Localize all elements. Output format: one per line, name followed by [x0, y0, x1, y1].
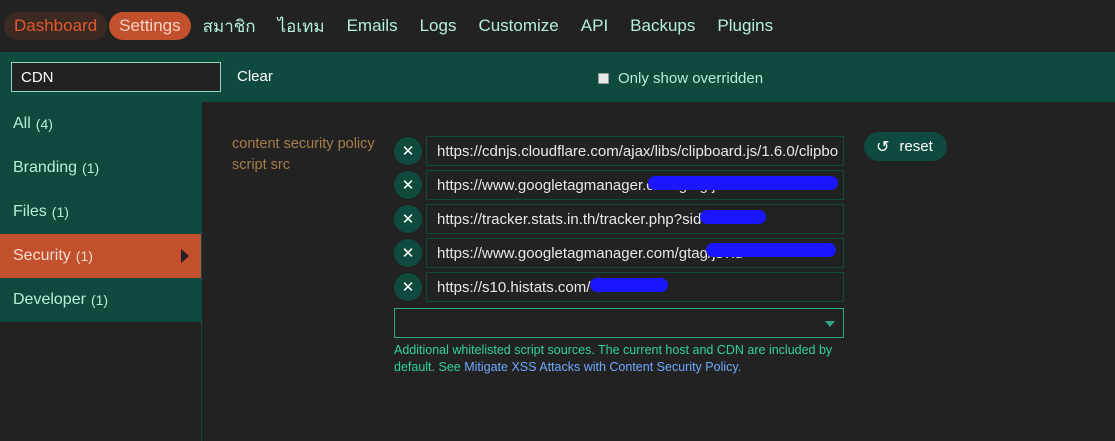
nav-logs[interactable]: Logs [410, 12, 467, 40]
undo-icon: ↺ [876, 138, 890, 156]
nav-plugins[interactable]: Plugins [707, 12, 783, 40]
value-input[interactable]: https://tracker.stats.in.th/tracker.php?… [426, 204, 844, 234]
remove-value-button[interactable]: ✕ [394, 137, 422, 165]
nav-members[interactable]: สมาชิก [193, 9, 266, 44]
redaction-mark [648, 176, 838, 190]
sidebar-item-security[interactable]: Security (1) [0, 234, 201, 278]
filter-input[interactable] [11, 62, 221, 92]
reset-label: reset [899, 138, 933, 155]
sidebar-item-label: All [13, 115, 31, 132]
redaction-mark [700, 210, 766, 224]
sidebar-item-count: (4) [35, 116, 53, 132]
nav-dashboard[interactable]: Dashboard [4, 12, 108, 40]
sidebar-item-count: (1) [51, 204, 69, 220]
sidebar-item-developer[interactable]: Developer (1) [0, 278, 201, 322]
sidebar-item-branding[interactable]: Branding (1) [0, 146, 201, 190]
sidebar-divider [201, 102, 202, 441]
redaction-mark [590, 278, 668, 292]
sidebar-item-label: Developer [13, 291, 86, 308]
sidebar-item-label: Branding [13, 159, 78, 176]
only-overridden-checkbox[interactable] [598, 73, 609, 84]
sidebar-item-label: Files [13, 203, 47, 220]
value-input[interactable]: https://cdnjs.cloudflare.com/ajax/libs/c… [426, 136, 844, 166]
description-link[interactable]: Mitigate XSS Attacks with Content Securi… [464, 360, 738, 374]
setting-label-line2: script src [232, 157, 290, 173]
sidebar-item-all[interactable]: All (4) [0, 102, 201, 146]
redaction-mark [706, 243, 836, 257]
top-nav: Dashboard Settings สมาชิก ไอเทม Emails L… [0, 0, 1115, 52]
x-icon: ✕ [401, 143, 415, 160]
caret-right-icon [181, 249, 189, 263]
list-item: ✕ https://cdnjs.cloudflare.com/ajax/libs… [394, 134, 844, 168]
sidebar-item-label: Security [13, 247, 71, 264]
settings-sidebar: All (4) Branding (1) Files (1) Security … [0, 102, 201, 322]
remove-value-button[interactable]: ✕ [394, 273, 422, 301]
reset-button[interactable]: ↺ reset [864, 132, 947, 161]
filter-bar: Clear Only show overridden [0, 52, 1115, 102]
setting-description: Additional whitelisted script sources. T… [394, 342, 844, 376]
only-overridden-toggle[interactable]: Only show overridden [598, 70, 763, 87]
remove-value-button[interactable]: ✕ [394, 239, 422, 267]
nav-settings[interactable]: Settings [109, 12, 191, 40]
x-icon: ✕ [401, 279, 415, 296]
chevron-down-icon [825, 321, 835, 327]
sidebar-item-count: (1) [90, 292, 109, 308]
x-icon: ✕ [401, 177, 415, 194]
x-icon: ✕ [401, 211, 415, 228]
remove-value-button[interactable]: ✕ [394, 205, 422, 233]
list-item: ✕ https://tracker.stats.in.th/tracker.ph… [394, 202, 844, 236]
x-icon: ✕ [401, 245, 415, 262]
description-end: . [737, 360, 742, 374]
nav-emails[interactable]: Emails [337, 12, 408, 40]
nav-backups[interactable]: Backups [620, 12, 705, 40]
remove-value-button[interactable]: ✕ [394, 171, 422, 199]
setting-label: content security policy script src [232, 134, 375, 176]
sidebar-item-count: (1) [82, 160, 100, 176]
nav-customize[interactable]: Customize [468, 12, 568, 40]
nav-items[interactable]: ไอเทม [268, 9, 335, 44]
add-value-select[interactable] [394, 308, 844, 338]
sidebar-item-count: (1) [75, 248, 93, 264]
only-overridden-label: Only show overridden [618, 70, 764, 87]
sidebar-item-files[interactable]: Files (1) [0, 190, 201, 234]
setting-label-line1: content security policy [232, 136, 375, 152]
nav-api[interactable]: API [571, 12, 618, 40]
clear-button[interactable]: Clear [237, 68, 273, 85]
